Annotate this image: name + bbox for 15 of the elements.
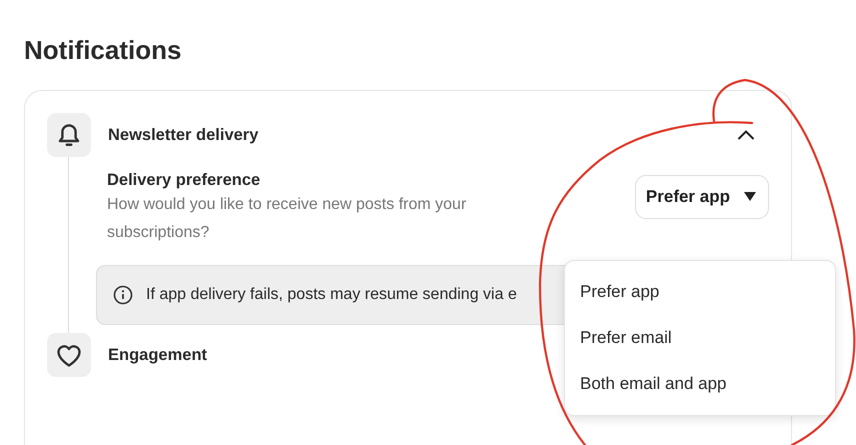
menu-option[interactable]: Both email and app — [565, 361, 835, 407]
setting-label: Delivery preference — [107, 170, 262, 191]
preference-dropdown[interactable]: Prefer app — [634, 175, 769, 218]
setting-description: How would you like to receive new posts from your subscriptions? — [107, 195, 468, 243]
section-title: Engagement — [108, 344, 208, 366]
caret-icon — [744, 192, 756, 202]
bell-icon — [57, 123, 81, 147]
notice-text: If app delivery fails, posts may resume sending via e — [146, 285, 517, 305]
chevron-up-icon[interactable] — [737, 130, 755, 140]
info-icon — [113, 285, 133, 305]
heart-icon — [57, 343, 81, 367]
menu-option[interactable]: Prefer app — [565, 269, 835, 315]
section-title: Newsletter delivery — [108, 124, 258, 146]
page-title: Notifications — [24, 34, 182, 66]
menu-option[interactable]: Prefer email — [565, 315, 835, 361]
